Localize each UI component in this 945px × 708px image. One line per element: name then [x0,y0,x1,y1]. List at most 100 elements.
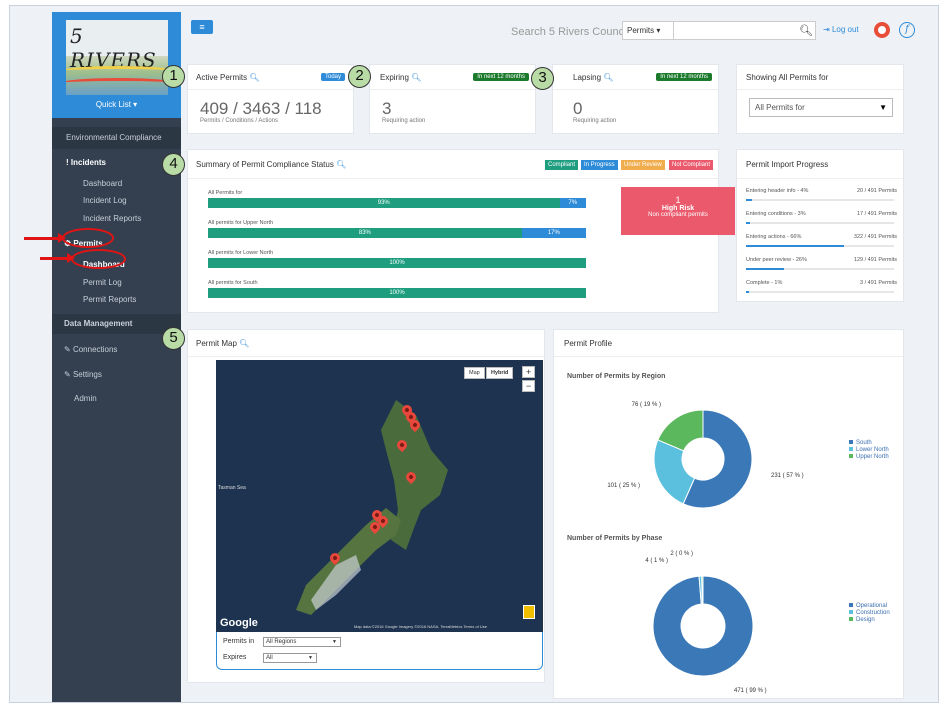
card-title: Lapsing 🔍︎ [573,73,613,82]
permit-profile-charts: 231 ( 57 % ) 101 ( 25 % ) 76 ( 19 % ) South… [607,402,889,694]
info-icon[interactable]: f [899,22,915,38]
magnify-icon[interactable]: 🔍︎ [336,160,346,169]
logout-link[interactable]: ⇥ Log out [823,25,859,34]
search-label: Search 5 Rivers Council [511,26,629,38]
magnify-icon[interactable]: 🔍︎ [239,339,249,348]
menu-toggle-button[interactable]: ≡ [191,20,213,34]
legend-compliant: Compliant [545,160,579,170]
logo-wave [66,78,168,88]
nav-admin[interactable]: Admin [52,394,181,403]
wrench-icon: ✎ [64,370,71,379]
search-scope-select[interactable]: Permits ▾ [622,21,674,40]
import-step-count: 20 / 491 Permits [856,188,897,194]
showing-card: Showing All Permits for All Permits for ▼ [736,64,904,134]
lifebuoy-help-icon[interactable] [874,22,890,38]
import-progress-bar [746,268,894,270]
nav-connections[interactable]: ✎ Connections [52,345,181,354]
high-risk-sub: Non compliant permits [648,212,708,218]
map-type-button[interactable]: Map [464,367,485,379]
nav-permit-log[interactable]: Permit Log [52,278,181,287]
import-title: Permit Import Progress [746,160,829,169]
pie-data-label: 471 ( 99 % ) [734,688,767,694]
high-risk-box[interactable]: 1 High Risk Non compliant permits [621,187,735,235]
import-progress-fill [746,268,785,270]
card-title: Summary of Permit Compliance Status 🔍︎ [196,160,346,169]
council-logo: 5 RIVERS [66,20,168,95]
app-frame: 5 RIVERS Quick List ▾ Environmental Comp… [9,5,939,703]
zoom-in-button[interactable]: + [522,366,536,378]
lapsing-value: 0 [573,99,583,118]
annotation-arrow [40,253,75,263]
quick-list-dropdown[interactable]: Quick List ▾ [52,100,181,109]
legend-swatch [849,610,853,614]
permit-filter-select[interactable]: All Permits for ▼ [749,98,893,117]
import-progress-fill [746,291,749,293]
magnify-icon[interactable]: 🔍︎ [411,73,421,82]
nav-incident-reports[interactable]: Incident Reports [52,214,181,223]
high-risk-count: 1 [675,195,681,205]
search-icon[interactable]: 🔍︎ [799,24,813,37]
street-view-pegman-icon[interactable] [523,605,535,619]
import-step-label: Complete - 1% [746,280,783,286]
nav-environmental-compliance[interactable]: Environmental Compliance [52,127,181,149]
map-filters: Permits in All Regions ▼ Expires All ▼ [216,632,543,670]
legend-label: Lower North [856,447,889,453]
compliance-bar[interactable]: 100% [208,288,586,298]
card-title: Expiring 🔍︎ [380,73,421,82]
legend-swatch [849,454,853,458]
logo-wave [66,66,168,76]
compliant-segment: 100% [208,258,586,268]
top-bar: ≡ Search 5 Rivers Council Permits ▾ 🔍︎ ⇥… [181,12,933,50]
magnify-icon[interactable]: 🔍︎ [603,73,613,82]
region-select[interactable]: All Regions ▼ [263,637,341,647]
legend-swatch [849,603,853,607]
divider [737,89,903,90]
nav-data-management[interactable]: Data Management [52,314,181,334]
permit-profile-card: Permit Profile Number of Permits by Regi… [553,329,904,699]
pie-slice[interactable] [701,575,704,605]
hybrid-type-button[interactable]: Hybrid [486,367,514,379]
card-title: Active Permits 🔍︎ [196,73,260,82]
logo-brand-text: 5 RIVERS [70,24,157,72]
active-permits-card: Active Permits 🔍︎ Today 409 / 3463 / 118… [187,64,354,134]
expires-label: Expires [223,654,247,661]
compliance-bar-label: All permits for Upper North [208,220,274,226]
divider [553,89,718,90]
import-step-label: Entering conditions - 3% [746,211,806,217]
compliance-bar-label: All permits for Lower North [208,250,274,256]
lapsing-card: Lapsing 🔍︎ In next 12 months 0 Requiring… [552,64,719,134]
pie-data-label: 4 ( 1 % ) [645,558,668,564]
legend-label: Operational [856,603,887,609]
compliance-bar[interactable]: 100% [208,258,586,268]
import-step-count: 3 / 491 Permits [860,280,897,286]
compliance-bar[interactable]: 93% 7% [208,198,586,208]
permit-map[interactable]: Tasman Sea Map Hybrid + − Google Map dat… [216,360,543,632]
nav-incident-log[interactable]: Incident Log [52,196,181,205]
annotation-arrow [24,233,66,243]
compliance-bar-label: All Permits for [208,190,243,196]
summary-title: Summary of Permit Compliance Status [196,160,334,169]
expiring-value: 3 [382,99,392,118]
divider [188,89,353,90]
compliance-bar[interactable]: 83% 17% [208,228,586,238]
magnify-icon[interactable]: 🔍︎ [249,73,259,82]
nav-settings[interactable]: ✎ Settings [52,370,181,379]
compliance-bar-label: All permits for South [208,280,258,286]
search-input[interactable] [674,21,816,40]
period-badge: In next 12 months [473,73,529,81]
divider [188,178,718,179]
nav-permit-reports[interactable]: Permit Reports [52,295,181,304]
expires-select[interactable]: All ▼ [263,653,317,663]
divider [737,178,903,179]
region-select-value: All Regions [266,639,297,645]
nav-incident-dashboard[interactable]: Dashboard [52,179,181,188]
import-step-count: 17 / 491 Permits [856,211,897,217]
zoom-out-button[interactable]: − [522,380,536,392]
legend-in-progress: In Progress [581,160,618,170]
pie-data-label: 231 ( 57 % ) [771,473,804,479]
step-number-4: 4 [162,153,185,176]
map-attribution: Map data ©2016 Google Imagery ©2016 NASA… [354,624,487,629]
import-step-count: 129 / 491 Permits [853,257,897,263]
import-step-label: Entering header info - 4% [746,188,809,194]
import-step-label: Under peer review - 26% [746,257,807,263]
